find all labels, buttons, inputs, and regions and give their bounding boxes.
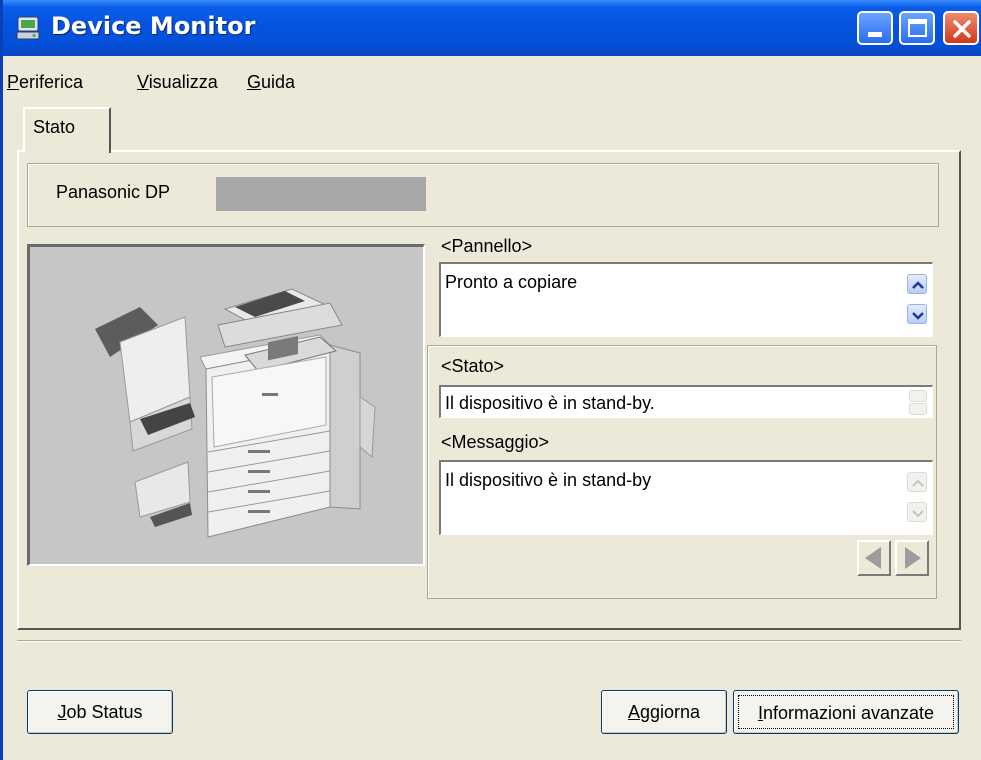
device-name: Panasonic DP (56, 182, 171, 202)
chevron-up-icon (912, 479, 924, 487)
stato-spin-up-button[interactable] (909, 390, 927, 402)
menu-periferica-label: eriferica (19, 72, 84, 92)
close-icon (953, 20, 971, 38)
menu-bar: Periferica Visualizza Guida (3, 60, 981, 96)
previous-message-button[interactable] (857, 540, 891, 576)
triangle-right-icon (905, 547, 921, 569)
panel-label: <Pannello> (441, 236, 533, 256)
device-name-box: Panasonic DP (27, 163, 939, 227)
stato-text: Il dispositivo è in stand-by. (445, 393, 655, 413)
aggiorna-accel: A (627, 702, 640, 722)
tab-stato-label: Stato (33, 117, 76, 137)
separator (17, 640, 961, 642)
panel-text-field[interactable]: Pronto a copiare (439, 262, 933, 337)
aggiorna-button[interactable]: Aggiorna (601, 690, 727, 734)
menu-guida-accel: G (247, 72, 262, 92)
menu-guida[interactable]: Guida (247, 72, 295, 93)
menu-visualizza-label: isualizza (148, 72, 218, 92)
chevron-down-icon (912, 510, 924, 518)
device-image (27, 244, 425, 566)
job-status-label: ob Status (66, 702, 143, 722)
stato-label: <Stato> (441, 356, 505, 376)
panel-scroll-down-button[interactable] (907, 304, 927, 324)
close-button[interactable] (943, 11, 979, 45)
messaggio-label: <Messaggio> (441, 432, 550, 452)
maximize-button[interactable] (899, 11, 935, 45)
menu-guida-label: uida (261, 72, 296, 92)
aggiorna-label: ggiorna (639, 702, 701, 722)
messaggio-scroll-up-button[interactable] (907, 472, 927, 492)
stato-field[interactable]: Il dispositivo è in stand-by. (439, 385, 933, 418)
menu-periferica-accel: P (7, 72, 20, 92)
device-monitor-window: Device Monitor Periferica Visualizza Gui… (0, 0, 981, 760)
panel-scroll-up-button[interactable] (907, 274, 927, 294)
informazioni-avanzate-button[interactable]: Informazioni avanzate (733, 690, 959, 734)
minimize-icon (868, 32, 882, 37)
informazioni-label: nformazioni avanzate (762, 703, 935, 723)
messaggio-text-field[interactable]: Il dispositivo è in stand-by (439, 460, 933, 535)
stato-spin-down-button[interactable] (909, 403, 927, 415)
multifunction-copier-image (95, 288, 376, 538)
triangle-left-icon (865, 547, 881, 569)
chevron-down-icon (912, 312, 924, 320)
menu-visualizza[interactable]: Visualizza (137, 72, 218, 93)
device-name-redaction (216, 177, 426, 211)
tab-stato[interactable]: Stato (23, 107, 111, 153)
menu-periferica[interactable]: Periferica (7, 72, 83, 93)
job-status-button[interactable]: Job Status (27, 690, 173, 734)
window-title: Device Monitor (51, 12, 256, 40)
device-monitor-icon (16, 16, 40, 40)
minimize-button[interactable] (857, 11, 893, 45)
messaggio-text: Il dispositivo è in stand-by (445, 470, 652, 490)
focus-rect: Informazioni avanzate (738, 695, 954, 729)
menu-visualizza-accel: V (137, 72, 149, 92)
panel-text: Pronto a copiare (445, 272, 578, 292)
title-bar[interactable]: Device Monitor (3, 0, 981, 56)
maximize-icon (908, 19, 927, 37)
chevron-up-icon (912, 281, 924, 289)
messaggio-scroll-down-button[interactable] (907, 502, 927, 522)
next-message-button[interactable] (895, 540, 929, 576)
